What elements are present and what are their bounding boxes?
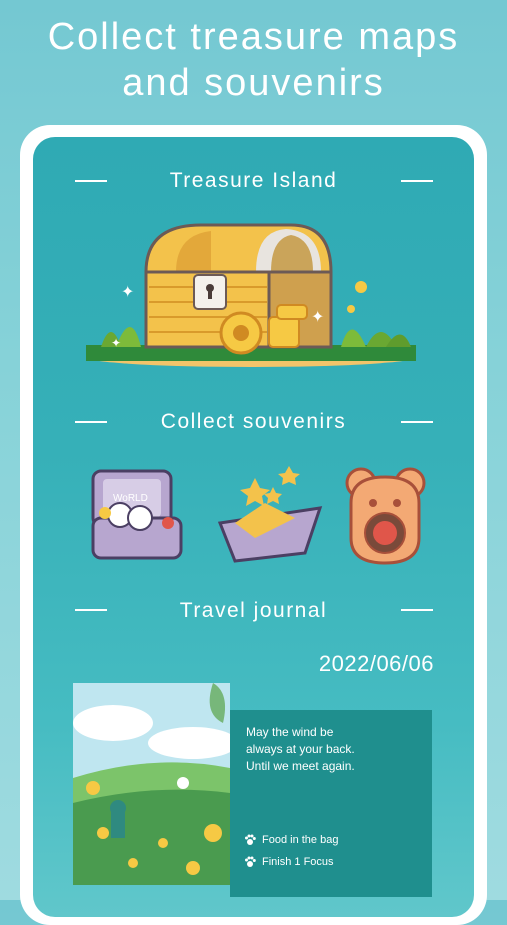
task-label: Food in the bag bbox=[262, 834, 339, 846]
section-title-treasure: Treasure Island bbox=[169, 169, 338, 192]
paper-boat-icon[interactable] bbox=[215, 463, 325, 568]
svg-text:✦: ✦ bbox=[311, 309, 324, 326]
headline-line-2: and souvenirs bbox=[122, 62, 385, 104]
section-title-souvenirs: Collect souvenirs bbox=[160, 410, 347, 433]
quote-line: May the wind be bbox=[246, 725, 334, 739]
headline: Collect treasure maps and souvenirs bbox=[0, 14, 507, 106]
task-item: Food in the bag bbox=[244, 834, 338, 846]
task-label: Finish 1 Focus bbox=[262, 856, 334, 868]
treasure-chest-icon[interactable]: ✦ ✦ ✦ bbox=[81, 217, 421, 367]
suitcase-icon[interactable]: WoRLD bbox=[85, 463, 190, 568]
svg-text:✦: ✦ bbox=[111, 336, 121, 350]
journal-card[interactable]: May the wind be always at your back. Unt… bbox=[73, 683, 432, 897]
quote-line: always at your back. bbox=[246, 742, 355, 756]
app-screen: Treasure Island ✦ ✦ ✦ Collect souvenirs … bbox=[33, 137, 474, 917]
journal-text-panel: May the wind be always at your back. Unt… bbox=[230, 710, 432, 897]
paw-icon bbox=[245, 834, 256, 845]
svg-text:✦: ✦ bbox=[121, 284, 134, 301]
journal-photo bbox=[73, 683, 230, 885]
headline-line-1: Collect treasure maps bbox=[47, 16, 460, 58]
paw-icon bbox=[245, 856, 256, 867]
journal-quote: May the wind be always at your back. Unt… bbox=[246, 724, 421, 775]
quote-line: Until we meet again. bbox=[246, 759, 355, 773]
journal-date: 2022/06/06 bbox=[318, 651, 434, 676]
section-title-journal: Travel journal bbox=[179, 599, 328, 622]
bear-cookie-icon[interactable] bbox=[343, 463, 428, 568]
task-item: Finish 1 Focus bbox=[244, 856, 334, 868]
